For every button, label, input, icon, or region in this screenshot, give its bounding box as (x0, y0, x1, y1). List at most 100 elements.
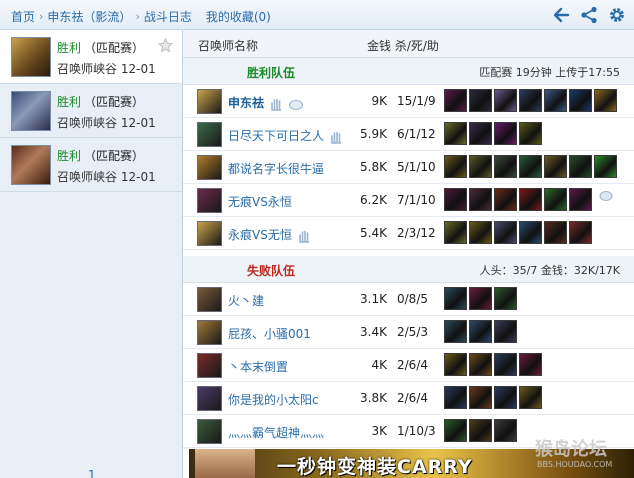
item-icon[interactable] (519, 221, 542, 244)
player-row[interactable]: 无痕VS永恒 6.2K 7/1/10 (183, 184, 634, 217)
item-icon[interactable] (494, 419, 517, 442)
item-icon[interactable] (569, 89, 592, 112)
player-row[interactable]: 永痕VS无恒 5.4K 2/3/12 (183, 217, 634, 250)
player-gold: 5.8K (360, 160, 387, 174)
item-icon[interactable] (469, 287, 492, 310)
item-icon[interactable] (469, 89, 492, 112)
player-name[interactable]: 你是我的小太阳c (228, 391, 319, 408)
item-icon[interactable] (469, 155, 492, 178)
item-icon[interactable] (494, 221, 517, 244)
star-favorite-icon[interactable] (158, 38, 173, 53)
player-name[interactable]: 火丶建 (228, 292, 264, 309)
item-icon[interactable] (569, 155, 592, 178)
item-build (444, 419, 519, 444)
player-row[interactable]: 火丶建 3.1K 0/8/5 (183, 283, 634, 316)
player-name-text: 丶本末倒置 (228, 360, 289, 374)
item-icon[interactable] (444, 287, 467, 310)
item-icon[interactable] (494, 353, 517, 376)
player-row[interactable]: 日尽天下可日之人 5.9K 6/1/12 (183, 118, 634, 151)
page-number[interactable]: 1 (88, 468, 96, 478)
player-name[interactable]: 无痕VS永恒 (228, 193, 292, 210)
player-name[interactable]: 丶本末倒置 (228, 358, 288, 375)
player-name[interactable]: 都说名字长很牛逼 (228, 160, 324, 177)
player-name[interactable]: 灬灬霸气超神灬灬 (228, 424, 324, 441)
item-icon[interactable] (444, 419, 467, 442)
breadcrumb-separator: › (39, 10, 44, 23)
player-gold: 3K (371, 424, 387, 438)
gear-icon[interactable] (608, 6, 626, 24)
match-detail: 召唤师名称 金钱 杀/死/助 胜利队伍 匹配赛 19分钟 上传于17:55 申东祛 9… (183, 30, 634, 478)
player-kda: 15/1/9 (397, 94, 436, 108)
item-icon[interactable] (594, 155, 617, 178)
share-icon[interactable] (580, 6, 598, 24)
item-icon[interactable] (494, 320, 517, 343)
player-row[interactable]: 申东祛 9K 15/1/9 (183, 85, 634, 118)
watermark: 猴岛论坛 (535, 439, 607, 460)
item-icon[interactable] (444, 188, 467, 211)
hand-icon (271, 98, 282, 111)
item-icon[interactable] (444, 221, 467, 244)
player-name[interactable]: 日尽天下可日之人 (228, 127, 344, 144)
item-icon[interactable] (444, 122, 467, 145)
item-icon[interactable] (494, 155, 517, 178)
item-icon[interactable] (519, 386, 542, 409)
item-icon[interactable] (469, 320, 492, 343)
item-icon[interactable] (494, 188, 517, 211)
item-icon[interactable] (469, 122, 492, 145)
team-meta: 匹配赛 19分钟 上传于17:55 (479, 66, 620, 79)
item-icon[interactable] (444, 353, 467, 376)
breadcrumb: 首页 › 申东祛（影流） › 战斗日志 我的收藏(0) (11, 8, 271, 25)
item-icon[interactable] (444, 320, 467, 343)
record-result: 胜利 （匹配赛） (57, 39, 144, 56)
item-icon[interactable] (519, 122, 542, 145)
player-kda: 7/1/10 (397, 193, 436, 207)
player-kda: 2/6/4 (397, 391, 428, 405)
item-icon[interactable] (444, 89, 467, 112)
player-kda: 2/6/4 (397, 358, 428, 372)
cloud-icon (289, 99, 304, 110)
player-name[interactable]: 申东祛 (228, 94, 304, 111)
champion-avatar (197, 419, 222, 444)
item-icon[interactable] (519, 155, 542, 178)
item-icon[interactable] (544, 221, 567, 244)
item-icon[interactable] (519, 188, 542, 211)
item-icon[interactable] (494, 386, 517, 409)
item-icon[interactable] (444, 386, 467, 409)
item-icon[interactable] (469, 386, 492, 409)
favorites-link[interactable]: 我的收藏(0) (206, 10, 271, 24)
player-row[interactable]: 你是我的小太阳c 3.8K 2/6/4 (183, 382, 634, 415)
player-kda: 2/3/12 (397, 226, 436, 240)
champion-avatar (11, 37, 51, 77)
item-icon[interactable] (569, 221, 592, 244)
item-icon[interactable] (444, 155, 467, 178)
item-icon[interactable] (569, 188, 592, 211)
battle-record-item[interactable]: 胜利 （匹配赛） 召唤师峡谷 12-01 (0, 84, 182, 138)
item-icon[interactable] (469, 353, 492, 376)
breadcrumb-home[interactable]: 首页 (11, 10, 35, 24)
item-icon[interactable] (469, 188, 492, 211)
battle-record-item[interactable]: 胜利 （匹配赛） 召唤师峡谷 12-01 (0, 30, 182, 84)
item-icon[interactable] (469, 419, 492, 442)
item-icon[interactable] (519, 89, 542, 112)
player-gold: 3.8K (360, 391, 387, 405)
item-icon[interactable] (494, 287, 517, 310)
item-icon[interactable] (469, 221, 492, 244)
record-date: 12-01 (120, 62, 156, 76)
player-name[interactable]: 屁孩、小骚001 (228, 325, 311, 342)
player-row[interactable]: 屁孩、小骚001 3.4K 2/5/3 (183, 316, 634, 349)
item-build (444, 89, 619, 114)
item-icon[interactable] (494, 122, 517, 145)
item-icon[interactable] (544, 89, 567, 112)
battle-record-item[interactable]: 胜利 （匹配赛） 召唤师峡谷 12-01 (0, 138, 182, 192)
item-icon[interactable] (494, 89, 517, 112)
player-row[interactable]: 都说名字长很牛逼 5.8K 5/1/10 (183, 151, 634, 184)
item-icon[interactable] (544, 155, 567, 178)
player-row[interactable]: 丶本末倒置 4K 2/6/4 (183, 349, 634, 382)
item-icon[interactable] (544, 188, 567, 211)
item-icon[interactable] (594, 89, 617, 112)
team-meta: 人头：35/7 金钱：32K/17K (479, 264, 620, 277)
item-icon[interactable] (519, 353, 542, 376)
breadcrumb-player[interactable]: 申东祛（影流） (47, 10, 131, 24)
back-arrow-icon[interactable] (552, 6, 570, 24)
player-name[interactable]: 永痕VS无恒 (228, 226, 312, 243)
